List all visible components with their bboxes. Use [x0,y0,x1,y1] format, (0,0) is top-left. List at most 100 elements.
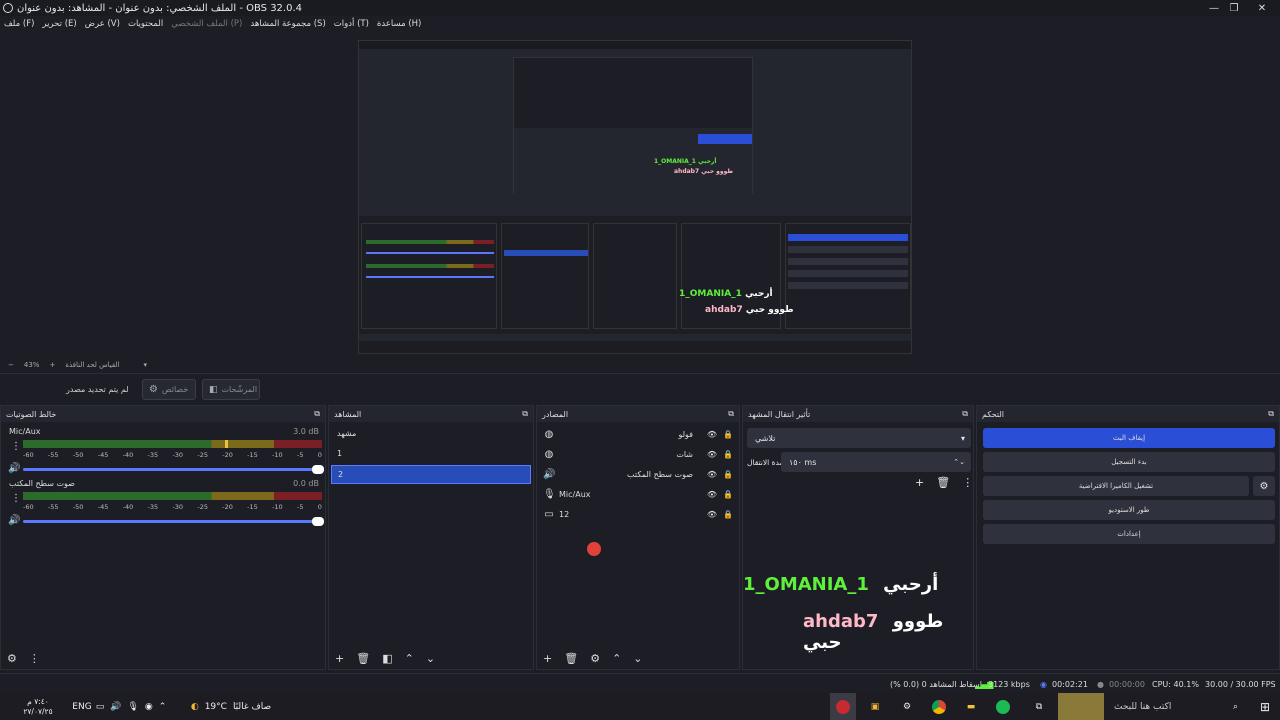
eye-icon[interactable]: 👁 [707,450,717,459]
eye-icon[interactable]: 👁 [707,490,717,499]
menu-view[interactable]: عرض (V) [85,19,120,29]
studio-mode-button[interactable]: طور الاستوديو [983,500,1275,520]
meter-tick-label: -35 [147,451,159,459]
language-indicator[interactable]: ENG [72,693,92,720]
menu-tools[interactable]: أدوات (T) [334,19,369,29]
search-placeholder: اكتب هنا للبحث [1114,701,1172,712]
start-recording-button[interactable]: بدء التسجيل [983,452,1275,472]
lock-icon[interactable]: 🔒 [723,490,733,499]
lock-icon[interactable]: 🔒 [723,470,733,479]
close-button[interactable]: ✕ [1240,0,1280,16]
more-icon[interactable]: ⋮ [962,476,973,489]
file-explorer-icon[interactable]: ▬ [958,693,984,720]
preview-canvas[interactable]: 1_OMANIA_1 أرحبي ahdab7 طووو حبي 1_OMANI… [358,40,912,354]
spin-icon[interactable]: ⌃⌄ [953,458,965,466]
clock[interactable]: ٧:٤٠ م ٢٧/٠٧/٢٥ [8,693,68,720]
virtual-camera-settings-icon[interactable]: ⚙ [1253,476,1275,496]
chevron-up-icon[interactable]: ⌃ [159,702,167,712]
sources-dock: المصادر ⧉ ◍ فولو 👁 🔒 ◍ شات 👁 🔒 🔊 صوت سطح… [536,405,740,670]
speaker-icon[interactable]: 🔊 [8,463,20,474]
settings-taskbar-icon[interactable]: ⚙ [894,693,920,720]
gear-icon[interactable]: ⚙ [590,652,600,665]
zoom-in-button[interactable]: + [49,361,55,369]
chevron-down-icon: ▾ [960,433,965,443]
lock-icon[interactable]: 🔒 [723,510,733,519]
task-view-icon[interactable]: ⧉ [1026,693,1052,720]
spotify-taskbar-icon[interactable] [990,693,1016,720]
trash-icon[interactable]: 🗑 [356,652,370,665]
chrome-taskbar-icon[interactable] [926,693,952,720]
speaker-icon[interactable]: 🔊 [8,515,20,526]
menu-bar: ملف (F) تحرير (E) عرض (V) المحتويات المل… [0,16,1280,31]
source-item[interactable]: 🔊 صوت سطح المكتب 👁 🔒 [543,465,735,483]
menu-edit[interactable]: تحرير (E) [42,19,76,29]
source-item[interactable]: ▭ 12 👁 🔒 [543,505,735,523]
network-icon[interactable]: ▭ [96,702,105,712]
scene-item[interactable]: 1 [331,444,531,463]
gear-icon[interactable]: ⚙ [7,652,17,665]
settings-button[interactable]: إعدادات [983,524,1275,544]
store-taskbar-icon[interactable]: ▣ [862,693,888,720]
menu-file[interactable]: ملف (F) [4,19,34,29]
eye-icon[interactable]: 👁 [707,510,717,519]
obs-tray-icon[interactable]: ◉ [145,702,153,712]
add-icon[interactable]: + [543,652,552,665]
move-up-icon[interactable]: ⌃ [612,652,621,665]
menu-help[interactable]: مساعدة (H) [377,19,421,29]
search-highlight-image[interactable] [1058,693,1104,720]
controls-title: التحكم [982,409,1004,419]
trash-icon[interactable]: 🗑 [936,476,950,489]
window-title: الملف الشخصي: بدون عنوان - المشاهد: بدون… [17,2,302,14]
meter-tick-label: -5 [296,451,304,459]
filters-label: المرشّحات [221,385,258,394]
volume-icon[interactable]: 🔊 [110,702,121,712]
filters-button[interactable]: ◧ المرشّحات [202,379,260,400]
undock-icon[interactable]: ⧉ [728,409,734,419]
trash-icon[interactable]: 🗑 [564,652,578,665]
move-up-icon[interactable]: ⌃ [405,652,414,665]
stream-time: 00:02:21 [1052,680,1088,689]
undock-icon[interactable]: ⧉ [1268,409,1274,419]
source-item[interactable]: ◍ شات 👁 🔒 [543,445,735,463]
lock-icon[interactable]: 🔒 [723,430,733,439]
duration-input[interactable]: ١٥٠ ms ⌃⌄ [781,452,971,472]
filter-icon[interactable]: ◧ [382,652,392,665]
menu-docks[interactable]: المحتويات [128,19,163,29]
weather-widget[interactable]: ◐ 19°C صاف غالبًا [186,693,276,720]
search-box[interactable]: اكتب هنا للبحث ⌕ [1106,693,1246,720]
undock-icon[interactable]: ⧉ [962,409,968,419]
source-item[interactable]: 🎙 Mic/Aux 👁 🔒 [543,485,735,503]
move-down-icon[interactable]: ⌄ [633,652,642,665]
properties-button[interactable]: ⚙ خصائص [142,379,196,400]
start-virtual-camera-button[interactable]: تشغيل الكاميرا الافتراضية [983,476,1249,496]
lock-icon[interactable]: 🔒 [723,450,733,459]
globe-icon: ◍ [544,428,554,440]
stop-streaming-button[interactable]: إيقاف البث [983,428,1275,448]
undock-icon[interactable]: ⧉ [522,409,528,419]
undock-icon[interactable]: ⧉ [314,409,320,419]
obs-taskbar-icon[interactable] [830,693,856,720]
volume-slider[interactable] [23,465,324,474]
zoom-dropdown-icon[interactable]: ▾ [144,361,148,369]
stream-icon: ◉ [1040,680,1047,689]
scene-item[interactable]: مشهد [331,424,531,443]
mic-icon[interactable]: 🎙 [127,702,138,712]
transition-select[interactable]: تلاشي ▾ [747,428,971,448]
eye-icon[interactable]: 👁 [707,430,717,439]
menu-scene-collection[interactable]: مجموعة المشاهد (S) [250,19,325,29]
channel-menu-icon[interactable]: ⋮ [11,441,21,452]
add-icon[interactable]: + [335,652,344,665]
move-down-icon[interactable]: ⌄ [426,652,435,665]
zoom-out-button[interactable]: − [8,361,14,369]
slider-knob[interactable] [312,517,324,526]
volume-slider[interactable] [23,517,324,526]
source-item[interactable]: ◍ فولو 👁 🔒 [543,425,735,443]
eye-icon[interactable]: 👁 [707,470,717,479]
menu-profile[interactable]: الملف الشخصي (P) [171,19,242,29]
more-icon[interactable]: ⋮ [29,652,40,665]
slider-knob[interactable] [312,465,324,474]
channel-menu-icon[interactable]: ⋮ [11,493,21,504]
scene-item-selected[interactable]: 2 [331,465,531,484]
add-icon[interactable]: + [915,476,924,489]
start-button[interactable]: ⊞ [1252,693,1278,720]
